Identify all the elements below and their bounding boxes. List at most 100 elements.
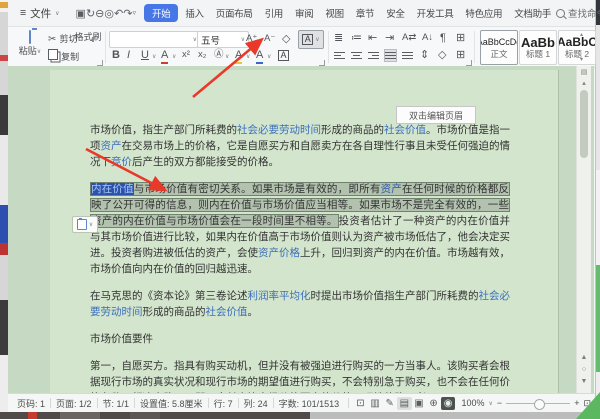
gallery-down-icon[interactable]: ▾: [580, 56, 583, 63]
text-run: 与市场价值有密切关系。如果市场是有效的，即所有: [134, 183, 381, 195]
file-menu-button[interactable]: ≡ 文件 ∨: [14, 4, 66, 23]
clear-format-icon[interactable]: ◇: [282, 32, 290, 46]
tab-3[interactable]: 引用: [260, 4, 288, 22]
char-shading-icon: A: [302, 34, 313, 45]
two-page-view-icon[interactable]: ▥: [368, 397, 383, 410]
eye-protection-icon[interactable]: ◉: [441, 397, 456, 410]
tab-6[interactable]: 章节: [351, 4, 379, 22]
tab-9[interactable]: 特色应用: [460, 4, 507, 22]
phonetic-guide-button[interactable]: Ⓐ: [214, 48, 224, 62]
tab-1[interactable]: 插入: [180, 4, 208, 22]
char-shading-button[interactable]: A ∨: [298, 30, 324, 49]
tab-7[interactable]: 安全: [381, 4, 409, 22]
hyperlink[interactable]: 竞价: [111, 156, 132, 168]
justify-icon[interactable]: [385, 50, 396, 61]
web-view-icon[interactable]: ⊕: [426, 397, 441, 410]
align-right-icon[interactable]: [368, 50, 379, 61]
title-bar: ≡ 文件 ∨ ▣ ↻ ⊖ ◎ ↶ ↷ ▿ 开始插入页面布局引用审阅视图章节安全开…: [8, 0, 595, 27]
zoom-caret[interactable]: ∨: [489, 400, 493, 407]
tab-2[interactable]: 页面布局: [211, 4, 258, 22]
copy-button[interactable]: 复制: [48, 49, 86, 64]
print-icon[interactable]: ⊖: [95, 6, 104, 21]
styles-gallery-scroll[interactable]: ▴ ▾: [580, 31, 583, 63]
hyperlink[interactable]: 内在价值: [91, 183, 134, 195]
page-view-icon[interactable]: ▤: [397, 397, 412, 410]
find-command-box[interactable]: 查找命令...: [556, 6, 600, 20]
hyperlink[interactable]: 社会价值: [384, 124, 426, 136]
strike-caret[interactable]: ∨: [172, 50, 176, 64]
zoom-out-icon[interactable]: −: [497, 398, 502, 408]
increase-font-button[interactable]: A⁺: [246, 32, 257, 46]
highlight-caret[interactable]: ∨: [246, 50, 250, 64]
select-browse-object-icon[interactable]: ○: [577, 366, 591, 373]
ink-annotation-icon[interactable]: ✎: [382, 397, 397, 410]
paragraph-shading-icon[interactable]: ◇: [438, 48, 446, 62]
style-0[interactable]: AaBbCcDd正文: [480, 30, 518, 65]
font-name-combo[interactable]: ∨: [109, 31, 201, 48]
superscript-button[interactable]: x²: [182, 48, 190, 62]
scrollbar-thumb[interactable]: [580, 90, 588, 158]
bold-button[interactable]: B: [112, 48, 120, 62]
hyperlink[interactable]: 利润率平均化: [248, 290, 311, 302]
tab-8[interactable]: 开发工具: [412, 4, 459, 22]
font-color-caret[interactable]: ∨: [267, 50, 271, 64]
tab-4[interactable]: 审阅: [290, 4, 318, 22]
char-scale-icon[interactable]: A⇄: [402, 31, 416, 45]
subscript-button[interactable]: x₂: [198, 48, 206, 62]
increase-indent-icon[interactable]: ⇥: [385, 31, 394, 45]
paragraph-marks-icon[interactable]: ¶: [440, 31, 446, 45]
text-highlight-button[interactable]: A: [235, 48, 242, 62]
hyperlink[interactable]: 社会必要劳动时间: [237, 124, 321, 136]
outline-view-icon[interactable]: ▣: [412, 397, 427, 410]
previous-page-icon[interactable]: ▲: [577, 354, 591, 361]
paragraph-borders-icon[interactable]: ⊞: [456, 48, 465, 62]
tab-5[interactable]: 视图: [320, 4, 348, 22]
phonetic-caret[interactable]: ∨: [225, 50, 229, 64]
align-left-icon[interactable]: [334, 50, 345, 61]
distribute-icon[interactable]: [402, 50, 413, 61]
font-color-button[interactable]: A: [256, 48, 263, 62]
line-spacing-icon[interactable]: ⇕: [420, 48, 429, 62]
document-area[interactable]: 市场价值，指生产部门所耗费的社会必要劳动时间形成的商品的社会价值。市场价值是指一…: [8, 66, 594, 393]
decrease-font-button[interactable]: A⁻: [264, 32, 275, 46]
zoom-slider[interactable]: [506, 403, 570, 404]
font-size-combo[interactable]: 五号 ∨: [197, 31, 249, 48]
hyperlink[interactable]: 社会价值: [206, 306, 248, 318]
insert-table-icon[interactable]: ⊞: [456, 31, 465, 45]
hyperlink[interactable]: 资产: [381, 183, 402, 195]
decrease-indent-icon[interactable]: ⇤: [368, 31, 377, 45]
hyperlink[interactable]: 资产价格: [258, 247, 300, 259]
style-2[interactable]: AaBbC标题 2: [558, 30, 596, 65]
underline-caret[interactable]: ∨: [152, 50, 156, 64]
tab-0[interactable]: 开始: [144, 4, 178, 22]
export-icon[interactable]: ↻: [86, 6, 95, 21]
char-border-button[interactable]: A: [278, 50, 289, 61]
paste-options-button[interactable]: ∨: [72, 216, 98, 233]
fullscreen-icon[interactable]: ⊡: [353, 397, 368, 410]
hyperlink[interactable]: 资产: [101, 140, 122, 152]
underline-button[interactable]: U: [141, 48, 149, 62]
zoom-slider-knob[interactable]: [534, 399, 545, 410]
save-icon[interactable]: ▣: [76, 6, 86, 21]
ruler-toggle-icon[interactable]: ▤: [577, 68, 591, 76]
document-page[interactable]: 市场价值，指生产部门所耗费的社会必要劳动时间形成的商品的社会价值。市场价值是指一…: [50, 70, 558, 393]
sort-icon[interactable]: A↓: [422, 31, 433, 45]
paste-button[interactable]: 粘贴∨: [16, 30, 44, 59]
quick-access-more-icon[interactable]: ▿: [132, 8, 136, 18]
vertical-scrollbar[interactable]: ▤ ▴ ▲ ○ ▼: [576, 66, 591, 393]
zoom-level[interactable]: 100%: [461, 398, 484, 408]
bullet-list-icon[interactable]: ≣: [334, 31, 343, 45]
redo-icon[interactable]: ↷: [123, 6, 132, 21]
numbered-list-icon[interactable]: ≔: [351, 31, 362, 45]
undo-icon[interactable]: ↶: [114, 6, 123, 21]
style-1[interactable]: AaBb标题 1: [519, 30, 557, 65]
next-page-icon[interactable]: ▼: [577, 378, 591, 385]
scroll-up-icon[interactable]: ▴: [577, 79, 591, 87]
italic-button[interactable]: I: [127, 48, 130, 62]
align-center-icon[interactable]: [351, 50, 362, 61]
strikethrough-button[interactable]: A: [161, 48, 168, 62]
tab-10[interactable]: 文档助手: [509, 4, 556, 22]
gallery-up-icon[interactable]: ▴: [580, 31, 583, 38]
format-painter-button[interactable]: 格式刷: [74, 30, 102, 44]
print-preview-icon[interactable]: ◎: [104, 6, 114, 21]
